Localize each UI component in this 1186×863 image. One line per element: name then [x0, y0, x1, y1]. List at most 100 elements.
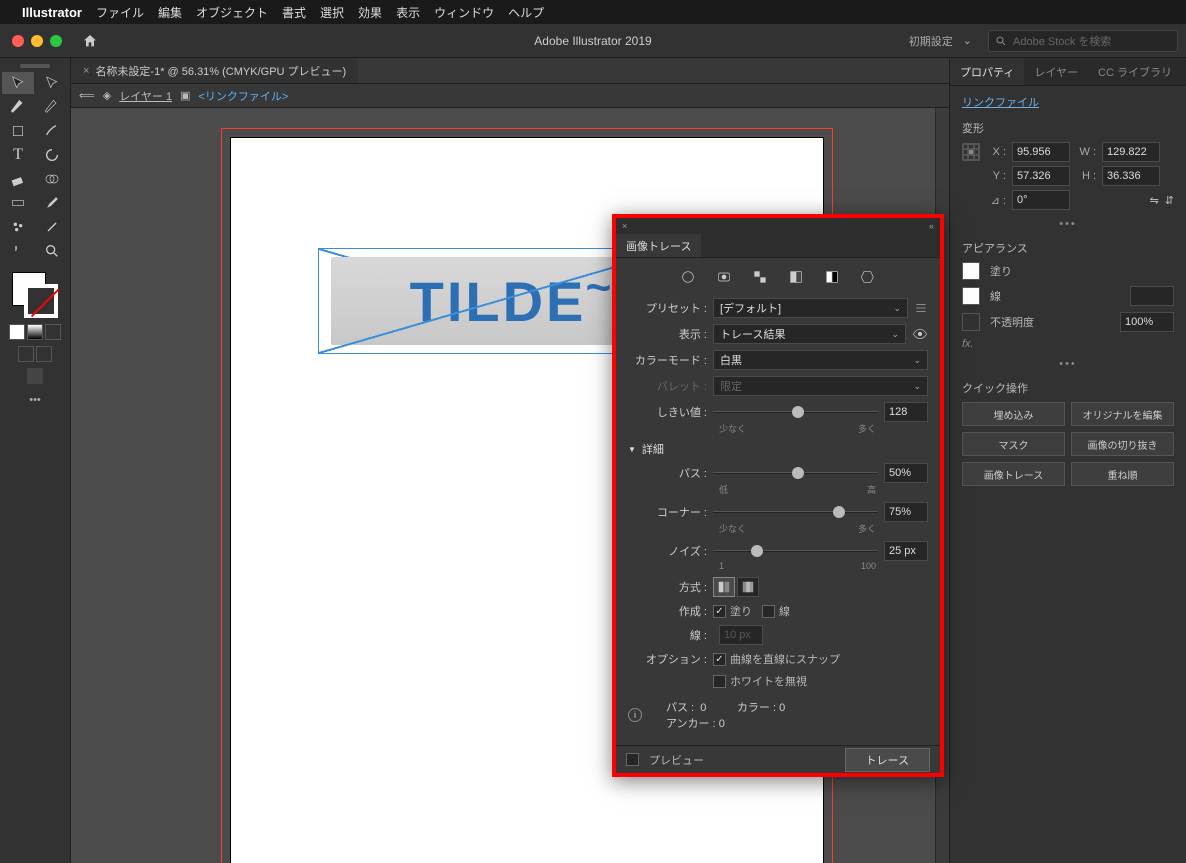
direct-selection-tool[interactable]	[36, 72, 68, 94]
menu-select[interactable]: 選択	[320, 4, 344, 21]
preset-select[interactable]: [デフォルト]⌄	[713, 298, 908, 318]
angle-input[interactable]: 0°	[1012, 190, 1070, 210]
outline-preset-icon[interactable]	[859, 268, 877, 286]
menu-edit[interactable]: 編集	[158, 4, 182, 21]
draw-normal-icon[interactable]	[18, 346, 34, 362]
detail-section-header[interactable]: ▼ 詳細	[628, 441, 928, 457]
home-icon[interactable]	[82, 33, 98, 49]
symbol-sprayer-tool[interactable]	[2, 216, 34, 238]
path-input[interactable]: 50%	[884, 463, 928, 483]
ignore-white-checkbox[interactable]	[713, 675, 726, 688]
threshold-input[interactable]: 128	[884, 402, 928, 422]
preset-menu-icon[interactable]	[914, 301, 928, 315]
corner-input[interactable]: 75%	[884, 502, 928, 522]
menu-view[interactable]: 表示	[396, 4, 420, 21]
low-color-preset-icon[interactable]	[751, 268, 769, 286]
tab-cc-libraries[interactable]: CC ライブラリ	[1088, 58, 1182, 85]
color-mode-select[interactable]: 白黒⌄	[713, 350, 928, 370]
fill-stroke-swatch[interactable]	[10, 270, 60, 320]
draw-behind-icon[interactable]	[36, 346, 52, 362]
create-fill-checkbox[interactable]	[713, 605, 726, 618]
view-select[interactable]: トレース結果⌄	[713, 324, 906, 344]
color-mode-none[interactable]	[45, 324, 61, 340]
close-panel-icon[interactable]: ×	[622, 221, 627, 231]
panel-titlebar[interactable]: × «	[616, 218, 940, 234]
threshold-slider[interactable]	[713, 404, 878, 420]
collapse-panel-icon[interactable]: «	[929, 221, 934, 231]
corner-slider[interactable]	[713, 504, 878, 520]
pen-tool[interactable]	[2, 96, 34, 118]
hand-tool[interactable]	[2, 240, 34, 262]
close-window-icon[interactable]	[12, 35, 24, 47]
selection-tool[interactable]	[2, 72, 34, 94]
noise-slider[interactable]	[713, 543, 878, 559]
image-trace-button[interactable]: 画像トレース	[962, 462, 1065, 486]
rotate-tool[interactable]	[36, 144, 68, 166]
stock-search[interactable]: Adobe Stock を検索	[988, 30, 1178, 52]
y-input[interactable]: 57.326	[1012, 166, 1070, 186]
link-file-label[interactable]: リンクファイル	[962, 94, 1174, 110]
menu-object[interactable]: オブジェクト	[196, 4, 268, 21]
flip-v-icon[interactable]: ⇵	[1165, 194, 1174, 207]
paintbrush-tool[interactable]	[36, 120, 68, 142]
fx-icon[interactable]: fx.	[962, 338, 1174, 350]
close-tab-icon[interactable]: ×	[83, 65, 89, 77]
gradient-tool[interactable]	[2, 192, 34, 214]
view-eye-icon[interactable]	[912, 326, 928, 342]
create-stroke-checkbox[interactable]	[762, 605, 775, 618]
eyedropper-tool[interactable]	[36, 192, 68, 214]
x-input[interactable]: 95.956	[1012, 142, 1070, 162]
auto-color-preset-icon[interactable]	[679, 268, 697, 286]
stroke-width-input[interactable]	[1130, 286, 1174, 306]
workspace-preset[interactable]: 初期設定 ⌄	[909, 33, 976, 49]
method-abutting-icon[interactable]	[713, 577, 735, 597]
slice-tool[interactable]	[36, 216, 68, 238]
curvature-tool[interactable]	[36, 96, 68, 118]
color-mode-solid[interactable]	[9, 324, 25, 340]
edit-toolbar-icon[interactable]: •••	[29, 394, 41, 406]
menu-file[interactable]: ファイル	[96, 4, 144, 21]
layer-name[interactable]: レイヤー 1	[119, 88, 172, 104]
eraser-tool[interactable]	[2, 168, 34, 190]
zoom-window-icon[interactable]	[50, 35, 62, 47]
reference-point-icon[interactable]	[962, 143, 980, 161]
opacity-swatch[interactable]	[962, 313, 980, 331]
zoom-tool[interactable]	[36, 240, 68, 262]
high-color-preset-icon[interactable]	[715, 268, 733, 286]
back-arrow-icon[interactable]: ⟸	[79, 89, 95, 102]
path-slider[interactable]	[713, 465, 878, 481]
preview-checkbox[interactable]	[626, 753, 639, 766]
flip-h-icon[interactable]: ⇋	[1150, 194, 1159, 207]
snap-curves-checkbox[interactable]	[713, 653, 726, 666]
edit-original-button[interactable]: オリジナルを編集	[1071, 402, 1174, 426]
menu-type[interactable]: 書式	[282, 4, 306, 21]
embed-button[interactable]: 埋め込み	[962, 402, 1065, 426]
menu-effect[interactable]: 効果	[358, 4, 382, 21]
bw-preset-icon[interactable]	[823, 268, 841, 286]
rectangle-tool[interactable]	[2, 120, 34, 142]
trace-button[interactable]: トレース	[845, 748, 930, 772]
grayscale-preset-icon[interactable]	[787, 268, 805, 286]
menu-help[interactable]: ヘルプ	[508, 4, 544, 21]
menu-window[interactable]: ウィンドウ	[434, 4, 494, 21]
tab-layers[interactable]: レイヤー	[1024, 58, 1088, 85]
fill-swatch-small[interactable]	[962, 262, 980, 280]
noise-input[interactable]: 25 px	[884, 541, 928, 561]
toolbox-drag-handle[interactable]	[20, 64, 50, 68]
stroke-swatch-small[interactable]	[962, 287, 980, 305]
mask-button[interactable]: マスク	[962, 432, 1065, 456]
document-tab[interactable]: × 名称未設定-1* @ 56.31% (CMYK/GPU プレビュー)	[71, 58, 358, 83]
more-options-icon-2[interactable]: •••	[962, 358, 1174, 370]
info-icon[interactable]: i	[628, 708, 642, 722]
screen-mode-icon[interactable]	[27, 368, 43, 384]
image-trace-tab[interactable]: 画像トレース	[616, 234, 701, 257]
minimize-window-icon[interactable]	[31, 35, 43, 47]
color-mode-gradient[interactable]	[27, 324, 43, 340]
crop-image-button[interactable]: 画像の切り抜き	[1071, 432, 1174, 456]
method-overlapping-icon[interactable]	[737, 577, 759, 597]
tab-properties[interactable]: プロパティ	[950, 58, 1024, 85]
arrange-button[interactable]: 重ね順	[1071, 462, 1174, 486]
w-input[interactable]: 129.822	[1102, 142, 1160, 162]
more-options-icon[interactable]: •••	[962, 218, 1174, 230]
shape-builder-tool[interactable]	[36, 168, 68, 190]
